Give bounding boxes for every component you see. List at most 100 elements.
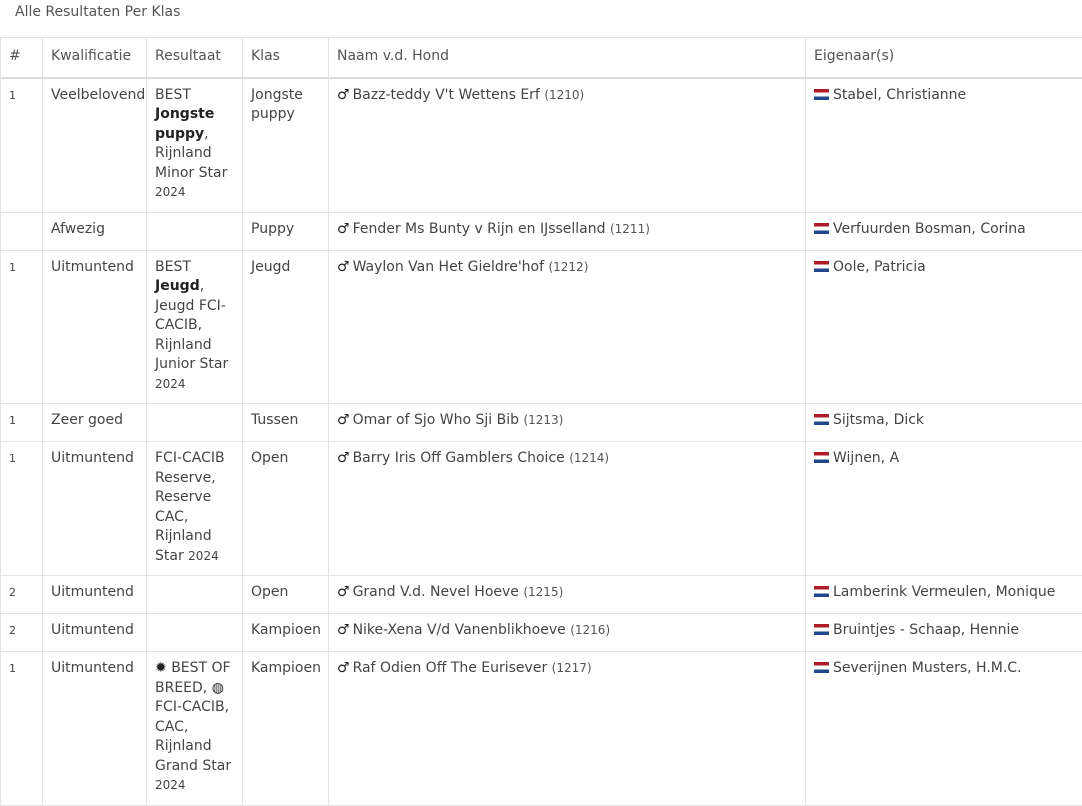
kwalificatie-cell: Uitmuntend — [43, 250, 147, 404]
rank-cell: 2 — [1, 614, 43, 652]
owner-name: Wijnen, A — [833, 450, 899, 466]
owner-name: Stabel, Christianne — [833, 87, 966, 103]
male-symbol-icon: ♂ — [337, 87, 350, 103]
rank-cell: 1 — [1, 442, 43, 576]
netherlands-flag-icon — [814, 662, 829, 673]
table-row: 1 Uitmuntend ✹ BEST OF BREED, ◍ FCI-CACI… — [1, 652, 1082, 806]
resultaat-cell: BEST Jongste puppy, Rijnland Minor Star … — [147, 78, 243, 213]
kwalificatie-cell: Zeer goed — [43, 404, 147, 442]
dog-name-link[interactable]: Raf Odien Off The Eurisever — [353, 660, 548, 676]
owner-name: Sijtsma, Dick — [833, 412, 924, 428]
result-year: 2024 — [188, 549, 219, 563]
klas-cell: Puppy — [243, 212, 329, 250]
owner-cell: Lamberink Vermeulen, Monique — [806, 576, 1082, 614]
klas-cell: Jongste puppy — [243, 78, 329, 213]
netherlands-flag-icon — [814, 261, 829, 272]
dog-name-link[interactable]: Waylon Van Het Gieldre'hof — [353, 259, 544, 275]
result-text: BEST — [155, 87, 191, 103]
owner-cell: Stabel, Christianne — [806, 78, 1082, 213]
owner-cell: Verfuurden Bosman, Corina — [806, 212, 1082, 250]
klas-cell: Kampioen — [243, 614, 329, 652]
male-symbol-icon: ♂ — [337, 221, 350, 237]
rank-cell — [1, 212, 43, 250]
owner-name: Lamberink Vermeulen, Monique — [833, 584, 1055, 600]
result-text: BEST — [155, 259, 191, 275]
kwalificatie-cell: Veelbelovend — [43, 78, 147, 213]
netherlands-flag-icon — [814, 223, 829, 234]
dog-catalog-number: (1212) — [548, 260, 588, 274]
kwalificatie-cell: Uitmuntend — [43, 576, 147, 614]
owner-name: Bruintjes - Schaap, Hennie — [833, 622, 1019, 638]
dog-cell: ♂Fender Ms Bunty v Rijn en IJsselland (1… — [329, 212, 806, 250]
klas-cell: Tussen — [243, 404, 329, 442]
col-header-rank[interactable]: # — [1, 38, 43, 78]
dog-catalog-number: (1211) — [610, 222, 650, 236]
results-table: # Kwalificatie Resultaat Klas Naam v.d. … — [0, 37, 1082, 806]
kwalificatie-cell: Uitmuntend — [43, 442, 147, 576]
resultaat-cell: FCI-CACIB Reserve, Reserve CAC, Rijnland… — [147, 442, 243, 576]
table-row: 1 Uitmuntend BEST Jeugd, Jeugd FCI-CACIB… — [1, 250, 1082, 404]
result-year: 2024 — [155, 778, 186, 792]
col-header-kwalificatie[interactable]: Kwalificatie — [43, 38, 147, 78]
netherlands-flag-icon — [814, 89, 829, 100]
rank-cell: 1 — [1, 250, 43, 404]
rank-cell: 1 — [1, 404, 43, 442]
dog-name-link[interactable]: Omar of Sjo Who Sji Bib — [353, 412, 519, 428]
klas-cell: Kampioen — [243, 652, 329, 806]
rank-cell: 1 — [1, 652, 43, 806]
dog-catalog-number: (1213) — [523, 413, 563, 427]
male-symbol-icon: ♂ — [337, 259, 350, 275]
dog-name-link[interactable]: Bazz-teddy V't Wettens Erf — [353, 87, 540, 103]
dog-cell: ♂Bazz-teddy V't Wettens Erf (1210) — [329, 78, 806, 213]
dog-name-link[interactable]: Fender Ms Bunty v Rijn en IJsselland — [353, 221, 606, 237]
owner-name: Verfuurden Bosman, Corina — [833, 221, 1026, 237]
col-header-klas[interactable]: Klas — [243, 38, 329, 78]
klas-cell: Jeugd — [243, 250, 329, 404]
owner-cell: Severijnen Musters, H.M.C. — [806, 652, 1082, 806]
dog-catalog-number: (1214) — [569, 451, 609, 465]
result-year: 2024 — [155, 377, 186, 391]
dog-cell: ♂Barry Iris Off Gamblers Choice (1214) — [329, 442, 806, 576]
result-year: 2024 — [155, 185, 186, 199]
netherlands-flag-icon — [814, 414, 829, 425]
table-row: 1 Veelbelovend BEST Jongste puppy, Rijnl… — [1, 78, 1082, 213]
dog-name-link[interactable]: Barry Iris Off Gamblers Choice — [353, 450, 565, 466]
owner-name: Severijnen Musters, H.M.C. — [833, 660, 1022, 676]
netherlands-flag-icon — [814, 452, 829, 463]
col-header-dog-name[interactable]: Naam v.d. Hond — [329, 38, 806, 78]
owner-cell: Bruintjes - Schaap, Hennie — [806, 614, 1082, 652]
male-symbol-icon: ♂ — [337, 584, 350, 600]
table-row: Afwezig Puppy ♂Fender Ms Bunty v Rijn en… — [1, 212, 1082, 250]
dog-catalog-number: (1215) — [523, 585, 563, 599]
resultaat-cell — [147, 404, 243, 442]
resultaat-cell — [147, 212, 243, 250]
resultaat-cell — [147, 614, 243, 652]
owner-cell: Oole, Patricia — [806, 250, 1082, 404]
dog-cell: ♂Omar of Sjo Who Sji Bib (1213) — [329, 404, 806, 442]
resultaat-cell — [147, 576, 243, 614]
male-symbol-icon: ♂ — [337, 622, 350, 638]
col-header-resultaat[interactable]: Resultaat — [147, 38, 243, 78]
globe-icon: ◍ — [212, 680, 224, 696]
result-grade: Jeugd — [155, 278, 200, 294]
dog-name-link[interactable]: Grand V.d. Nevel Hoeve — [353, 584, 519, 600]
resultaat-cell: BEST Jeugd, Jeugd FCI-CACIB, Rijnland Ju… — [147, 250, 243, 404]
result-text-more: FCI-CACIB, CAC, Rijnland Grand Star — [155, 699, 231, 774]
dog-catalog-number: (1216) — [570, 623, 610, 637]
col-header-owner[interactable]: Eigenaar(s) — [806, 38, 1082, 78]
result-text: FCI-CACIB Reserve, Reserve CAC, Rijnland… — [155, 450, 225, 564]
kwalificatie-cell: Uitmuntend — [43, 652, 147, 806]
dog-catalog-number: (1210) — [544, 88, 584, 102]
page-title: Alle Resultaten Per Klas — [15, 4, 180, 20]
table-row: 2 Uitmuntend Open ♂Grand V.d. Nevel Hoev… — [1, 576, 1082, 614]
owner-cell: Sijtsma, Dick — [806, 404, 1082, 442]
klas-cell: Open — [243, 442, 329, 576]
table-row: 1 Uitmuntend FCI-CACIB Reserve, Reserve … — [1, 442, 1082, 576]
owner-name: Oole, Patricia — [833, 259, 926, 275]
dog-name-link[interactable]: Nike-Xena V/d Vanenblikhoeve — [353, 622, 566, 638]
klas-cell: Open — [243, 576, 329, 614]
rank-cell: 1 — [1, 78, 43, 213]
dog-cell: ♂Waylon Van Het Gieldre'hof (1212) — [329, 250, 806, 404]
table-row: 2 Uitmuntend Kampioen ♂Nike-Xena V/d Van… — [1, 614, 1082, 652]
dog-cell: ♂Raf Odien Off The Eurisever (1217) — [329, 652, 806, 806]
